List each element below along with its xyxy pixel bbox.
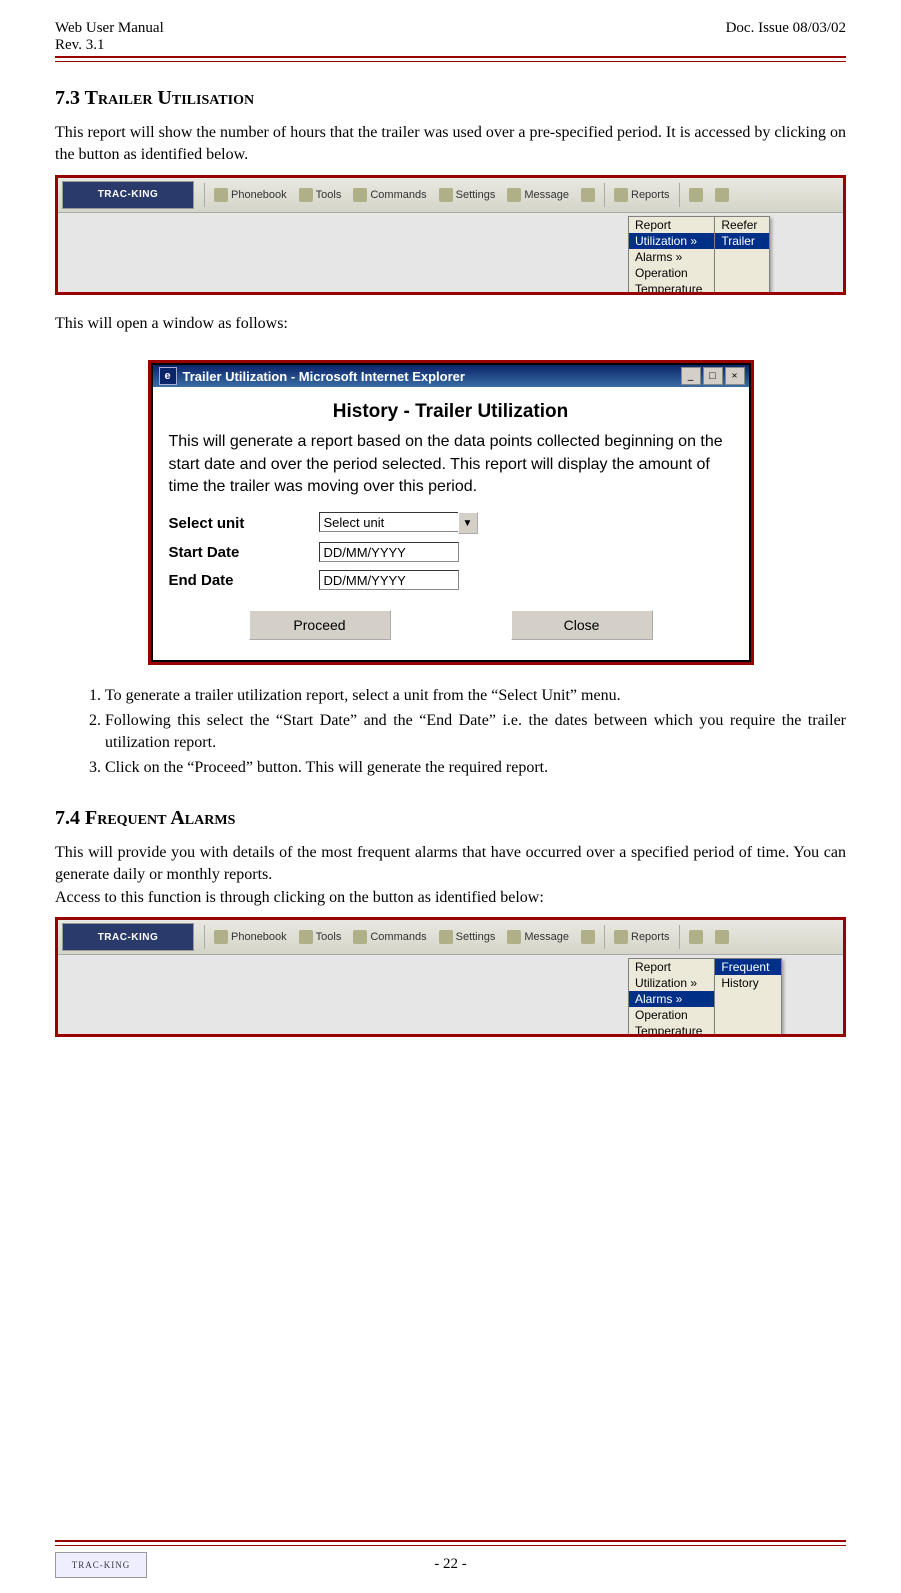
app-logo: TRAC-KING — [62, 923, 194, 951]
dialog-title: Trailer Utilization - Microsoft Internet… — [183, 369, 465, 384]
commands-icon — [353, 930, 367, 944]
menu-operation[interactable]: Operation — [629, 265, 714, 281]
mid-text: This will open a window as follows: — [55, 313, 846, 335]
settings-icon — [439, 930, 453, 944]
footer-rule — [55, 1540, 846, 1546]
page-number: - 22 - — [434, 1556, 467, 1573]
steps-list: To generate a trailer utilization report… — [83, 685, 846, 779]
proceed-button[interactable]: Proceed — [249, 610, 391, 640]
tools-icon — [299, 930, 313, 944]
section-7-4-para1: This will provide you with details of th… — [55, 842, 846, 887]
dialog-description: This will generate a report based on the… — [169, 431, 733, 498]
reports-menu: Report Utilization » Alarms » Operation … — [628, 216, 715, 295]
step-2: Following this select the “Start Date” a… — [105, 710, 846, 755]
reports-icon — [614, 930, 628, 944]
close-button[interactable]: Close — [511, 610, 653, 640]
select-unit-label: Select unit — [169, 515, 319, 532]
start-date-field[interactable]: DD/MM/YYYY — [319, 542, 459, 562]
dialog-screenshot: e Trailer Utilization - Microsoft Intern… — [148, 360, 754, 665]
section-7-3-heading: 7.3 Trailer Utilisation — [55, 87, 846, 110]
submenu-trailer[interactable]: Trailer — [715, 233, 769, 249]
globe-icon — [581, 188, 595, 202]
reports-menu: Report Utilization » Alarms » Operation … — [628, 958, 715, 1037]
toolbar-message[interactable]: Message — [502, 928, 574, 946]
toolbar-phonebook[interactable]: Phonebook — [209, 928, 292, 946]
phonebook-icon — [214, 188, 228, 202]
extra-icon — [715, 188, 729, 202]
toolbar-extra1[interactable] — [684, 928, 708, 946]
page-header: Web User Manual Rev. 3.1 Doc. Issue 08/0… — [55, 20, 846, 54]
select-unit-field[interactable]: Select unit — [319, 512, 459, 532]
minimize-button[interactable]: _ — [681, 367, 701, 385]
utilization-submenu: Reefer Trailer — [714, 216, 770, 295]
message-icon — [507, 930, 521, 944]
toolbar-screenshot-1: TRAC-KING Phonebook Tools Commands Setti… — [55, 175, 846, 295]
end-date-field[interactable]: DD/MM/YYYY — [319, 570, 459, 590]
ie-icon: e — [159, 367, 177, 385]
menu-alarms[interactable]: Alarms » — [629, 249, 714, 265]
submenu-frequent[interactable]: Frequent — [715, 959, 781, 975]
start-date-label: Start Date — [169, 544, 319, 561]
header-doc-issue: Doc. Issue 08/03/02 — [726, 20, 846, 37]
section-7-3-intro: This report will show the number of hour… — [55, 122, 846, 167]
app-logo: TRAC-KING — [62, 181, 194, 209]
page-footer: TRAC-KING - 22 - — [55, 1532, 846, 1573]
end-date-label: End Date — [169, 572, 319, 589]
menu-header: Report — [629, 217, 714, 233]
toolbar-commands[interactable]: Commands — [348, 186, 431, 204]
footer-logo: TRAC-KING — [55, 1552, 147, 1578]
submenu-history[interactable]: History — [715, 975, 781, 991]
toolbar-screenshot-2: TRAC-KING Phonebook Tools Commands Setti… — [55, 917, 846, 1037]
menu-utilization[interactable]: Utilization » — [629, 233, 714, 249]
toolbar-extra1[interactable] — [684, 186, 708, 204]
alarms-submenu: Frequent History — [714, 958, 782, 1037]
section-7-4-para2: Access to this function is through click… — [55, 887, 846, 909]
menu-alarms[interactable]: Alarms » — [629, 991, 714, 1007]
toolbar-settings[interactable]: Settings — [434, 186, 501, 204]
menu-utilization[interactable]: Utilization » — [629, 975, 714, 991]
toolbar-extra2[interactable] — [710, 928, 734, 946]
dialog-heading: History - Trailer Utilization — [169, 401, 733, 423]
extra-icon — [689, 188, 703, 202]
maximize-button[interactable]: □ — [703, 367, 723, 385]
step-3: Click on the “Proceed” button. This will… — [105, 757, 846, 779]
toolbar-reports[interactable]: Reports — [609, 928, 675, 946]
submenu-reefer[interactable]: Reefer — [715, 217, 769, 233]
phonebook-icon — [214, 930, 228, 944]
menu-temperature[interactable]: Temperature — [629, 1023, 714, 1037]
header-title: Web User Manual — [55, 20, 164, 37]
toolbar-globe[interactable] — [576, 928, 600, 946]
header-rule — [55, 56, 846, 62]
extra-icon — [689, 930, 703, 944]
menu-operation[interactable]: Operation — [629, 1007, 714, 1023]
toolbar-tools[interactable]: Tools — [294, 186, 347, 204]
toolbar-message[interactable]: Message — [502, 186, 574, 204]
toolbar-globe[interactable] — [576, 186, 600, 204]
toolbar-extra2[interactable] — [710, 186, 734, 204]
toolbar-commands[interactable]: Commands — [348, 928, 431, 946]
commands-icon — [353, 188, 367, 202]
dropdown-icon[interactable]: ▼ — [458, 512, 478, 534]
toolbar-reports[interactable]: Reports — [609, 186, 675, 204]
step-1: To generate a trailer utilization report… — [105, 685, 846, 707]
dialog-titlebar: e Trailer Utilization - Microsoft Intern… — [153, 365, 749, 387]
toolbar-phonebook[interactable]: Phonebook — [209, 186, 292, 204]
message-icon — [507, 188, 521, 202]
menu-header: Report — [629, 959, 714, 975]
extra-icon — [715, 930, 729, 944]
reports-icon — [614, 188, 628, 202]
settings-icon — [439, 188, 453, 202]
tools-icon — [299, 188, 313, 202]
section-7-4-heading: 7.4 Frequent Alarms — [55, 807, 846, 830]
toolbar-tools[interactable]: Tools — [294, 928, 347, 946]
close-window-button[interactable]: × — [725, 367, 745, 385]
toolbar-settings[interactable]: Settings — [434, 928, 501, 946]
header-rev: Rev. 3.1 — [55, 37, 164, 54]
globe-icon — [581, 930, 595, 944]
menu-temperature[interactable]: Temperature — [629, 281, 714, 295]
